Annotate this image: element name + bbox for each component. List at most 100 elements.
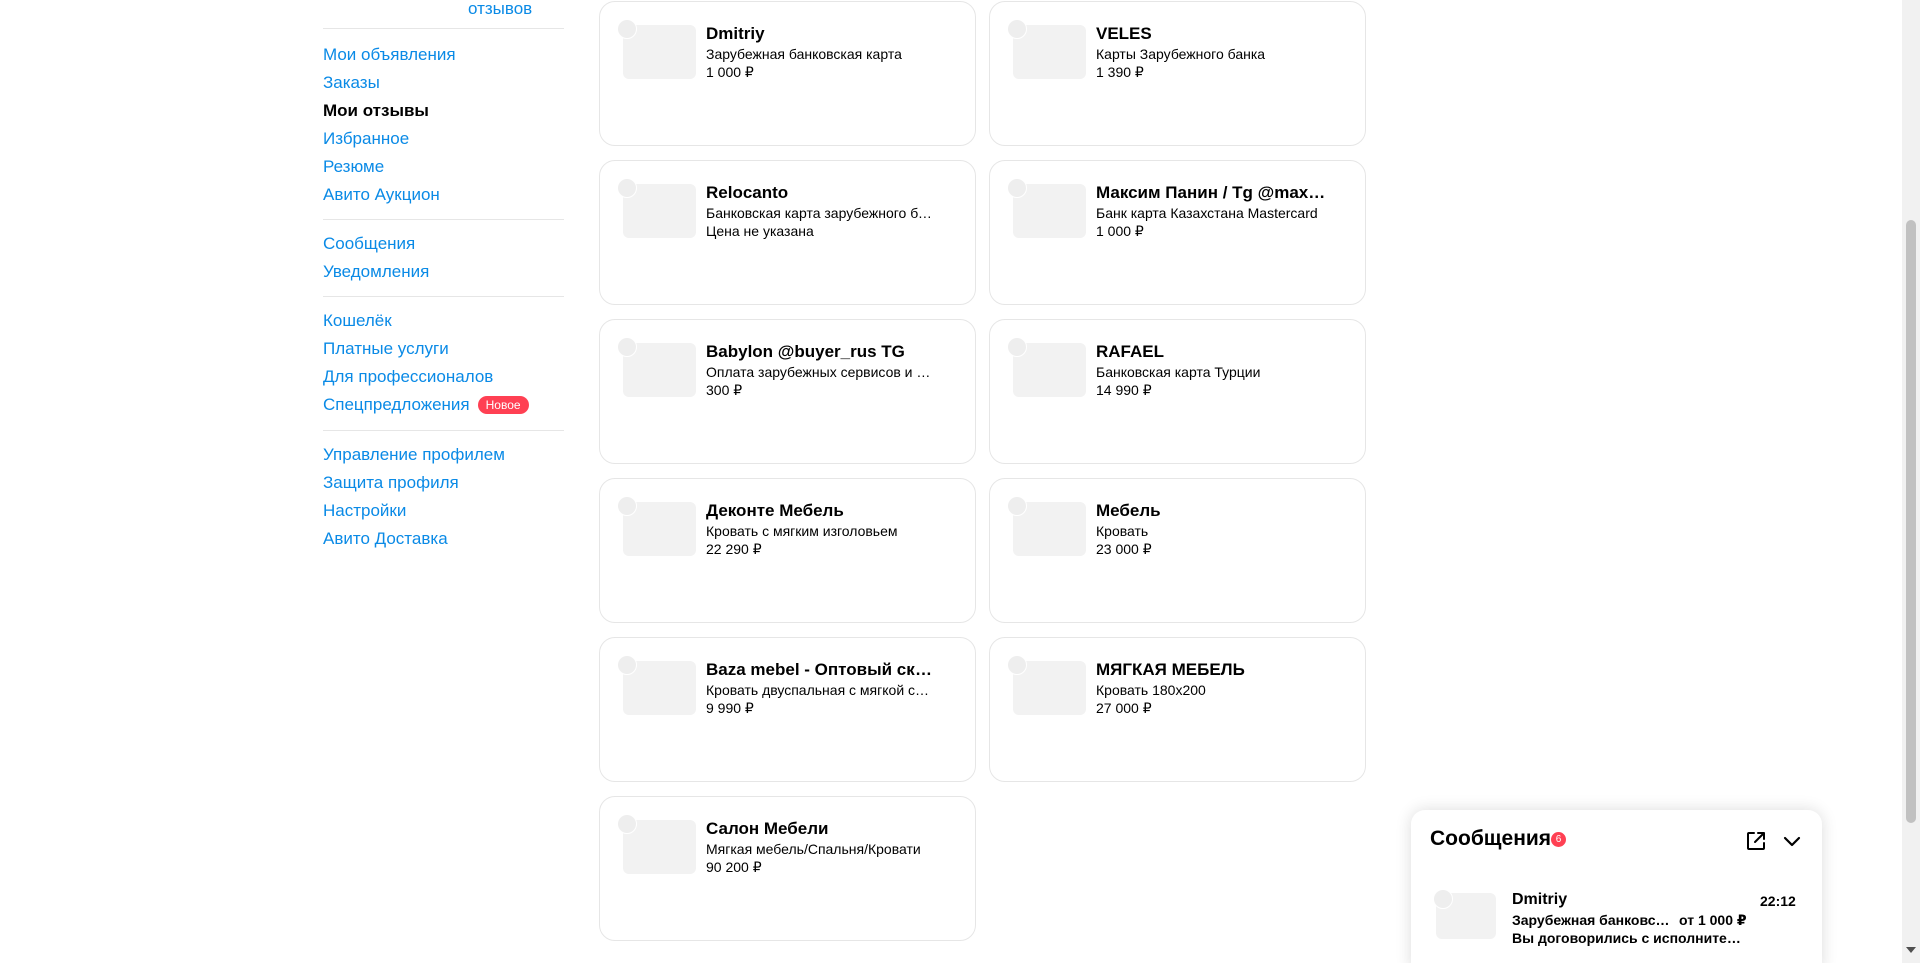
- item-title: Банковская карта зарубежного банка: [706, 205, 936, 221]
- item-title: Кровать с мягким изголовьем: [706, 523, 898, 539]
- sidebar-item-profile-management[interactable]: Управление профилем: [323, 441, 564, 469]
- item-title: Кровать двуспальная с мягкой спинкой: [706, 682, 936, 698]
- item-price: 300 ₽: [706, 382, 743, 398]
- sidebar-item-orders[interactable]: Заказы: [323, 69, 564, 97]
- review-card[interactable]: VELES Карты Зарубежного банка 1 390 ₽: [989, 1, 1366, 146]
- message-item-info: Зарубежная банковская карта от 1 000 ₽: [1512, 912, 1752, 929]
- review-card[interactable]: RAFAEL Банковская карта Турции 14 990 ₽: [989, 319, 1366, 464]
- page-scrollbar[interactable]: [1902, 0, 1920, 963]
- item-price: 1 000 ₽: [706, 64, 754, 80]
- sidebar-item-favorites[interactable]: Избранное: [323, 125, 564, 153]
- item-price: 27 000 ₽: [1096, 700, 1152, 716]
- item-title: Зарубежная банковская карта: [1512, 912, 1675, 928]
- sidebar-item-messages[interactable]: Сообщения: [323, 230, 564, 258]
- last-message: Вы договорились с исполнителем: [1512, 930, 1747, 946]
- seller-name: Салон Мебели: [706, 819, 829, 838]
- messages-widget: Сообщения 6 Dmitriy 22:12 Зарубежная бан…: [1411, 810, 1822, 963]
- item-title: Карты Зарубежного банка: [1096, 46, 1266, 62]
- item-title: Кровать 180х200: [1096, 682, 1206, 698]
- external-link-icon[interactable]: [1745, 830, 1767, 852]
- seller-name: Dmitriy: [706, 24, 765, 43]
- chevron-down-icon[interactable]: [1782, 831, 1802, 851]
- sidebar-item-wallet[interactable]: Кошелёк: [323, 307, 564, 335]
- divider: [323, 219, 564, 220]
- seller-name: МЯГКАЯ МЕБЕЛЬ: [1096, 660, 1245, 679]
- item-price: 1 000 ₽: [1096, 223, 1144, 239]
- scrollbar-thumb[interactable]: [1906, 220, 1916, 823]
- message-time: 22:12: [1760, 893, 1796, 909]
- page: отзывов Мои объявления Заказы Мои отзывы…: [0, 0, 1920, 963]
- sidebar-group-profile: Управление профилем Защита профиля Настр…: [323, 441, 564, 553]
- item-title: Кровать: [1096, 523, 1149, 539]
- seller-name: RAFAEL: [1096, 342, 1164, 361]
- sidebar-item-auction[interactable]: Авито Аукцион: [323, 181, 564, 209]
- messages-widget-title[interactable]: Сообщения: [1430, 827, 1551, 851]
- seller-avatar: [1007, 337, 1027, 357]
- sidebar-item-paid-services[interactable]: Платные услуги: [323, 335, 564, 363]
- sender-avatar: [1433, 889, 1453, 909]
- sidebar-group-services: Кошелёк Платные услуги Для профессионало…: [323, 307, 564, 419]
- review-card[interactable]: Салон Мебели Мягкая мебель/Спальня/Крова…: [599, 796, 976, 941]
- seller-name: Максим Панин / Tg @maxpanin: [1096, 183, 1326, 202]
- item-title: Мягкая мебель/Спальня/Кровати: [706, 841, 921, 857]
- review-card[interactable]: Baza mebel - Оптовый склад мебели Кроват…: [599, 637, 976, 782]
- divider: [323, 296, 564, 297]
- unread-count-badge: 6: [1551, 832, 1566, 847]
- sender-name: Dmitriy: [1512, 891, 1568, 908]
- sidebar-item-profile-protection[interactable]: Защита профиля: [323, 469, 564, 497]
- reviews-count-link[interactable]: отзывов: [468, 0, 532, 19]
- item-price: 14 990 ₽: [1096, 382, 1152, 398]
- item-price: 1 390 ₽: [1096, 64, 1144, 80]
- seller-avatar: [617, 496, 637, 516]
- item-title: Оплата зарубежных сервисов и покупок: [706, 364, 936, 380]
- seller-name: VELES: [1096, 24, 1152, 43]
- sidebar-item-for-professionals[interactable]: Для профессионалов: [323, 363, 564, 391]
- review-card[interactable]: Деконте Мебель Кровать с мягким изголовь…: [599, 478, 976, 623]
- item-price: 23 000 ₽: [1096, 541, 1152, 557]
- seller-avatar: [617, 655, 637, 675]
- review-card[interactable]: Максим Панин / Tg @maxpanin Банк карта К…: [989, 160, 1366, 305]
- review-card[interactable]: Relocanto Банковская карта зарубежного б…: [599, 160, 976, 305]
- item-price: 9 990 ₽: [706, 700, 754, 716]
- sidebar-item-my-reviews[interactable]: Мои отзывы: [323, 97, 564, 125]
- item-price: Цена не указана: [706, 223, 814, 239]
- sidebar-item-my-listings[interactable]: Мои объявления: [323, 41, 564, 69]
- seller-avatar: [1007, 19, 1027, 39]
- review-card[interactable]: Мебель Кровать 23 000 ₽: [989, 478, 1366, 623]
- review-card[interactable]: Dmitriy Зарубежная банковская карта 1 00…: [599, 1, 976, 146]
- sidebar-item-label: Спецпредложения: [323, 395, 470, 414]
- seller-avatar: [1007, 655, 1027, 675]
- sidebar-item-special-offers[interactable]: Спецпредложения Новое: [323, 391, 564, 419]
- new-badge: Новое: [477, 396, 529, 414]
- sidebar-item-settings[interactable]: Настройки: [323, 497, 564, 525]
- item-title: Банковская карта Турции: [1096, 364, 1261, 380]
- item-price: 22 290 ₽: [706, 541, 762, 557]
- divider: [323, 28, 564, 29]
- review-card[interactable]: МЯГКАЯ МЕБЕЛЬ Кровать 180х200 27 000 ₽: [989, 637, 1366, 782]
- seller-name: Деконте Мебель: [706, 501, 844, 520]
- seller-name: Relocanto: [706, 183, 789, 202]
- sidebar-group-communication: Сообщения Уведомления: [323, 230, 564, 286]
- seller-name: Baza mebel - Оптовый склад мебели: [706, 660, 936, 679]
- scroll-down-arrow-icon[interactable]: [1906, 947, 1916, 953]
- seller-name: Babylon @buyer_rus TG: [706, 342, 905, 361]
- sidebar-item-delivery[interactable]: Авито Доставка: [323, 525, 564, 553]
- sidebar-item-notifications[interactable]: Уведомления: [323, 258, 564, 286]
- seller-avatar: [617, 814, 637, 834]
- divider: [323, 430, 564, 431]
- item-title: Зарубежная банковская карта: [706, 46, 902, 62]
- message-thread[interactable]: Dmitriy 22:12 Зарубежная банковская карт…: [1411, 875, 1822, 946]
- seller-avatar: [617, 337, 637, 357]
- seller-avatar: [617, 19, 637, 39]
- sidebar-item-resume[interactable]: Резюме: [323, 153, 564, 181]
- seller-avatar: [1007, 178, 1027, 198]
- sidebar-group-listings: Мои объявления Заказы Мои отзывы Избранн…: [323, 41, 564, 209]
- item-title: Банк карта Казахстана Mastercard: [1096, 205, 1318, 221]
- seller-name: Мебель: [1096, 501, 1161, 520]
- seller-avatar: [617, 178, 637, 198]
- seller-avatar: [1007, 496, 1027, 516]
- item-price: 90 200 ₽: [706, 859, 762, 875]
- sidebar-profile-summary: отзывов: [323, 0, 564, 30]
- item-price: от 1 000 ₽: [1679, 912, 1747, 928]
- review-card[interactable]: Babylon @buyer_rus TG Оплата зарубежных …: [599, 319, 976, 464]
